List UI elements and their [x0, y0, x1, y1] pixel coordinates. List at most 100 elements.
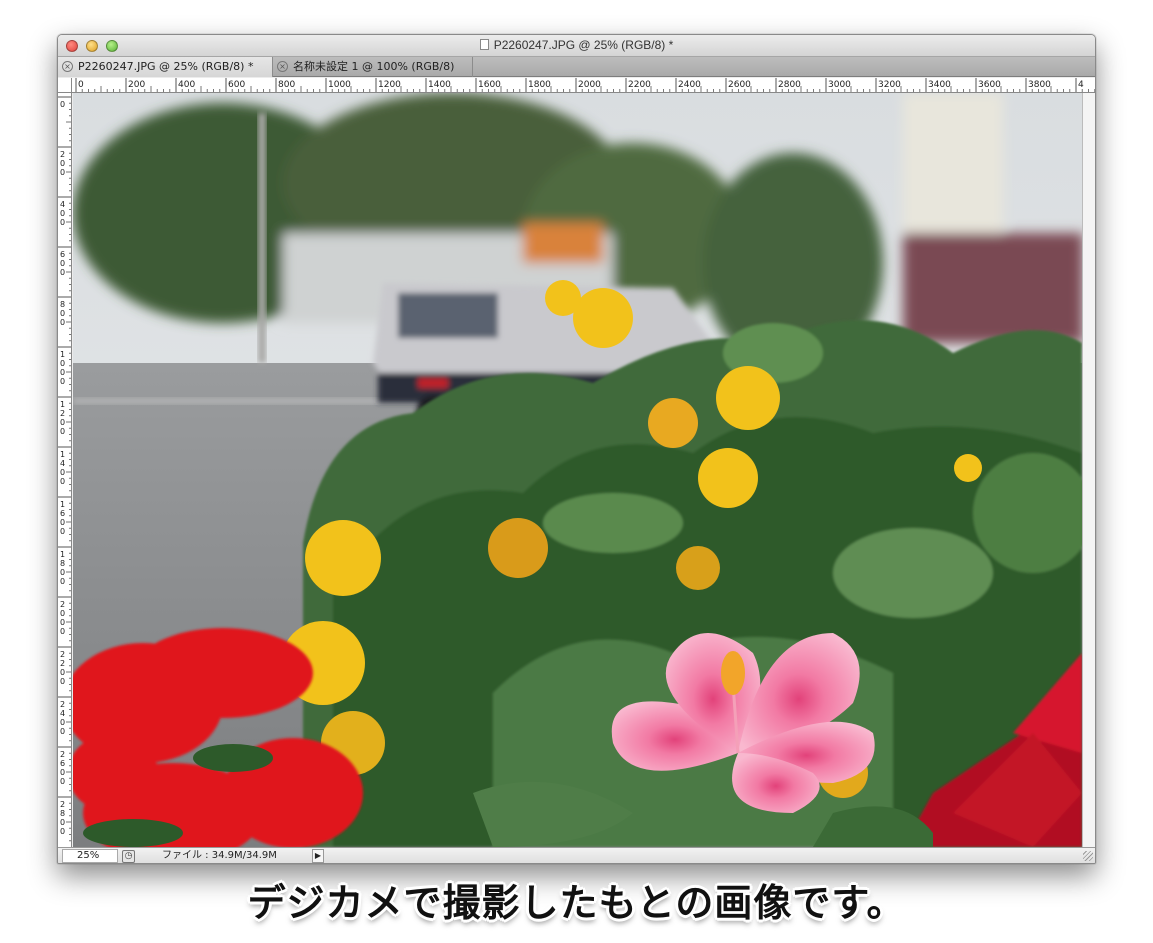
- ruler-label: 1: [60, 400, 65, 409]
- ruler-label: 2200: [628, 80, 651, 90]
- ruler-label: 0: [60, 677, 65, 686]
- caption-text: デジカメで撮影したもとの画像です。: [247, 881, 906, 925]
- ruler-label: 0: [60, 100, 65, 109]
- ruler-label: 0: [60, 309, 65, 318]
- file-size-info: ファイル : 34.9M/34.9M: [162, 850, 277, 861]
- tab-close-icon[interactable]: ×: [62, 61, 73, 72]
- ruler-label: 6: [60, 509, 65, 518]
- ruler-label: 0: [60, 477, 65, 486]
- ruler-label: 1800: [528, 80, 551, 90]
- ruler-label: 1: [60, 550, 65, 559]
- ruler-label: 8: [60, 300, 65, 309]
- ruler-label: 0: [60, 209, 65, 218]
- ruler-label: 3800: [1028, 80, 1051, 90]
- ruler-label: 2: [60, 650, 65, 659]
- ruler-label: 0: [60, 777, 65, 786]
- ruler-label: 6: [60, 759, 65, 768]
- ruler-label: 200: [128, 80, 145, 90]
- tab-label: 名称未設定 1 @ 100% (RGB/8): [293, 60, 455, 73]
- zoom-level-field[interactable]: 25%: [62, 849, 118, 863]
- ruler-label: 0: [60, 368, 65, 377]
- tab-p2260247[interactable]: × P2260247.JPG @ 25% (RGB/8) *: [58, 57, 273, 77]
- ruler-label: 0: [60, 218, 65, 227]
- title-bar[interactable]: P2260247.JPG @ 25% (RGB/8) *: [58, 35, 1095, 57]
- ruler-label: 0: [60, 168, 65, 177]
- ruler-label: 2: [60, 409, 65, 418]
- ruler-label: 3000: [828, 80, 851, 90]
- ruler-label: 0: [60, 468, 65, 477]
- status-menu-arrow-icon[interactable]: ▶: [312, 849, 324, 863]
- ruler-label: 1: [60, 450, 65, 459]
- ruler-label: 0: [60, 568, 65, 577]
- window-title: P2260247.JPG @ 25% (RGB/8) *: [493, 38, 674, 52]
- ruler-label: 2: [60, 700, 65, 709]
- document-icon: [479, 39, 489, 50]
- clock-icon[interactable]: ◷: [122, 850, 135, 863]
- ruler-label: 0: [60, 668, 65, 677]
- ruler-label: 0: [60, 259, 65, 268]
- ruler-label: 2400: [678, 80, 701, 90]
- ruler-origin[interactable]: [58, 78, 72, 93]
- ruler-label: 0: [60, 627, 65, 636]
- resize-grip-icon[interactable]: [1083, 851, 1093, 861]
- ruler-label: 8: [60, 559, 65, 568]
- ruler-label: 0: [60, 377, 65, 386]
- ruler-label: 0: [60, 818, 65, 827]
- ruler-label: 2: [60, 600, 65, 609]
- ruler-label: 4: [1078, 80, 1084, 90]
- ruler-label: 0: [60, 159, 65, 168]
- ruler-label: 0: [60, 718, 65, 727]
- ruler-label: 0: [60, 527, 65, 536]
- ruler-label: 3600: [978, 80, 1001, 90]
- ruler-label: 2: [60, 750, 65, 759]
- ruler-label: 400: [178, 80, 195, 90]
- ruler-label: 2000: [578, 80, 601, 90]
- ruler-label: 0: [60, 427, 65, 436]
- ruler-label: 0: [60, 268, 65, 277]
- ruler-label: 0: [60, 827, 65, 836]
- ruler-label: 2800: [778, 80, 801, 90]
- document-window: P2260247.JPG @ 25% (RGB/8) * × P2260247.…: [57, 34, 1096, 864]
- photo-flowers: [73, 93, 1082, 847]
- ruler-label: 2: [60, 659, 65, 668]
- image-canvas[interactable]: [73, 93, 1082, 847]
- vertical-ruler-ticks: 0200400600800100012001400160018002000220…: [58, 96, 71, 842]
- ruler-label: 0: [60, 618, 65, 627]
- ruler-label: 1: [60, 350, 65, 359]
- ruler-label: 600: [228, 80, 245, 90]
- ruler-label: 0: [60, 577, 65, 586]
- ruler-label: 2600: [728, 80, 751, 90]
- window-title-area: P2260247.JPG @ 25% (RGB/8) *: [58, 38, 1095, 52]
- ruler-label: 2: [60, 800, 65, 809]
- tab-label: P2260247.JPG @ 25% (RGB/8) *: [78, 60, 254, 73]
- ruler-label: 0: [60, 518, 65, 527]
- status-bar: 25% ◷ ファイル : 34.9M/34.9M ▶: [58, 847, 1095, 863]
- ruler-label: 3200: [878, 80, 901, 90]
- ruler-label: 0: [60, 768, 65, 777]
- ruler-label: 8: [60, 809, 65, 818]
- ruler-label: 4: [60, 200, 65, 209]
- ruler-label: 0: [60, 418, 65, 427]
- vertical-ruler[interactable]: 0200400600800100012001400160018002000220…: [58, 93, 72, 847]
- tab-untitled-1[interactable]: × 名称未設定 1 @ 100% (RGB/8): [273, 57, 473, 77]
- document-tab-bar: × P2260247.JPG @ 25% (RGB/8) * × 名称未設定 1…: [58, 57, 1095, 77]
- horizontal-ruler[interactable]: 0 200 400 600 800 1000 1200 1400 1600 1800 2000 220…: [72, 78, 1095, 93]
- tab-close-icon[interactable]: ×: [277, 61, 288, 72]
- ruler-label: 1200: [378, 80, 401, 90]
- ruler-label: 1400: [428, 80, 451, 90]
- ruler-label: 1000: [328, 80, 351, 90]
- ruler-label: 4: [60, 709, 65, 718]
- ruler-label: 0: [60, 609, 65, 618]
- ruler-label: 2: [60, 150, 65, 159]
- ruler-label: 0: [60, 318, 65, 327]
- ruler-label: 0: [78, 80, 84, 90]
- ruler-label: 4: [60, 459, 65, 468]
- horizontal-ruler-ticks: 0 200 400 600 800 1000 1200 1400 1600 1800 2000 220…: [75, 78, 1095, 92]
- vertical-scrollbar[interactable]: [1082, 93, 1095, 847]
- ruler-label: 1600: [478, 80, 501, 90]
- ruler-label: 800: [278, 80, 295, 90]
- ruler-label: 0: [60, 727, 65, 736]
- ruler-label: 0: [60, 359, 65, 368]
- ruler-label: 3400: [928, 80, 951, 90]
- ruler-label: 1: [60, 500, 65, 509]
